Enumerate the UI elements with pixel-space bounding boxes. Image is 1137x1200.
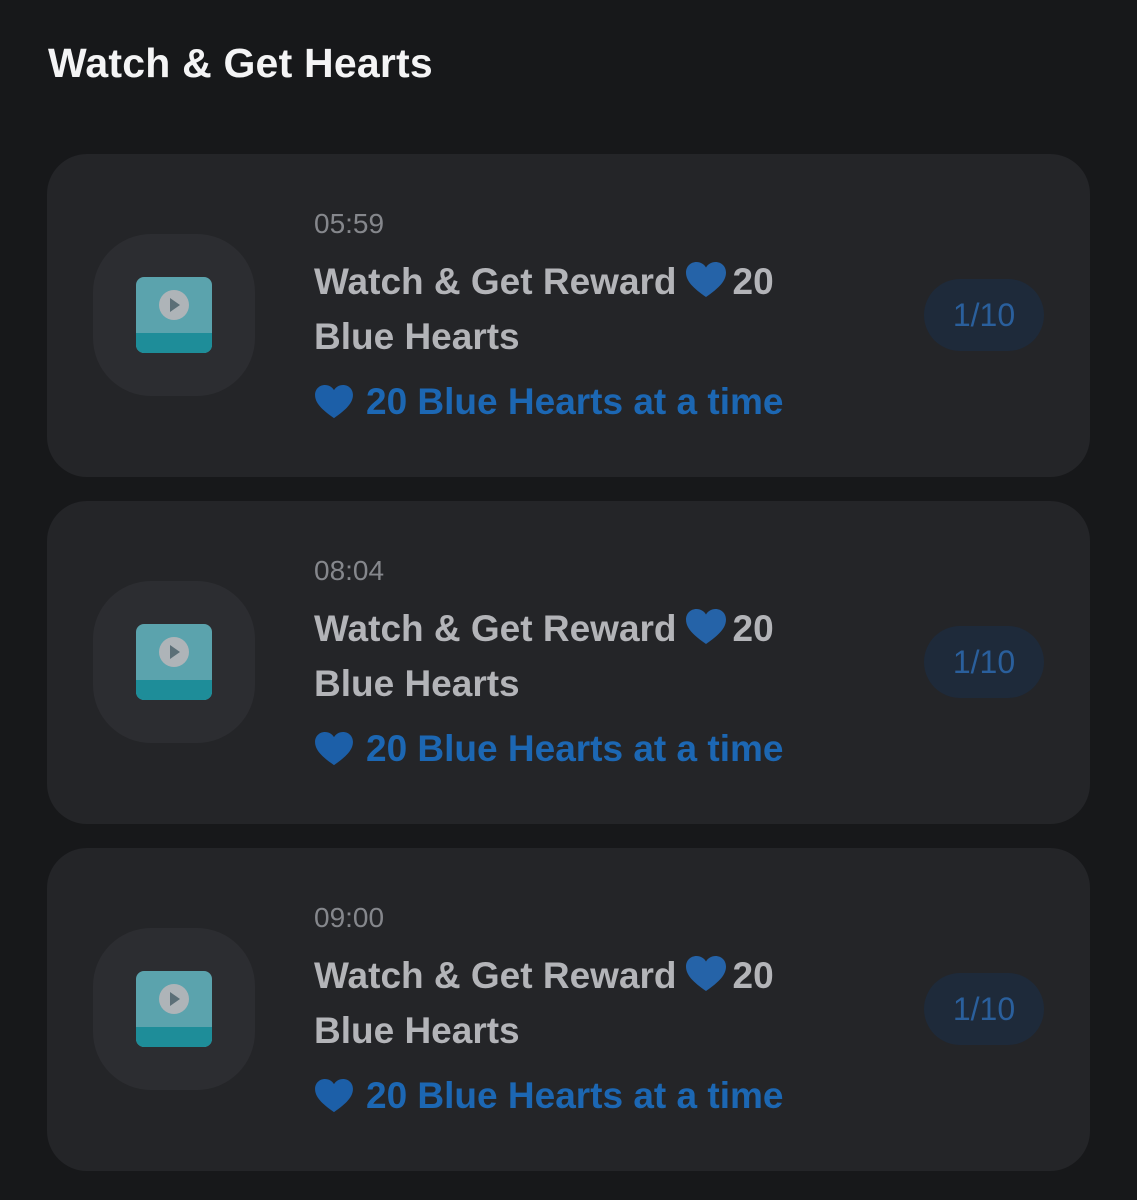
task-title: Watch & Get Reward 20 Blue Hearts (314, 948, 834, 1058)
progress-badge[interactable]: 1/10 (924, 626, 1044, 698)
video-play-icon (136, 277, 212, 353)
task-title: Watch & Get Reward 20 Blue Hearts (314, 254, 834, 364)
video-icon-container (93, 928, 255, 1090)
reward-text: 20 Blue Hearts at a time (366, 1075, 784, 1116)
video-icon-container (93, 581, 255, 743)
reward-text: 20 Blue Hearts at a time (366, 728, 784, 769)
task-title: Watch & Get Reward 20 Blue Hearts (314, 601, 834, 711)
task-card[interactable]: 09:00 Watch & Get Reward 20 Blue Hearts 2… (47, 848, 1090, 1171)
reward-row: 20 Blue Hearts at a time (314, 728, 783, 770)
blue-heart-icon (315, 731, 353, 766)
task-card[interactable]: 08:04 Watch & Get Reward 20 Blue Hearts 2… (47, 501, 1090, 824)
progress-badge[interactable]: 1/10 (924, 279, 1044, 351)
page-title: Watch & Get Hearts (48, 40, 433, 86)
blue-heart-icon (315, 384, 353, 419)
task-time: 08:04 (314, 555, 385, 586)
video-icon-container (93, 234, 255, 396)
task-title-text: Watch & Get Reward (314, 955, 677, 996)
task-title-text: Watch & Get Reward (314, 261, 677, 302)
blue-heart-icon (685, 262, 726, 297)
blue-heart-icon (685, 956, 726, 991)
video-play-icon (136, 624, 212, 700)
task-card[interactable]: 05:59 Watch & Get Reward 20 Blue Hearts 2… (47, 154, 1090, 477)
watch-get-hearts-page: Watch & Get Hearts 05:59 Watch & Get Rew… (0, 0, 1137, 1200)
task-time: 05:59 (314, 208, 385, 239)
reward-row: 20 Blue Hearts at a time (314, 1075, 783, 1117)
reward-text: 20 Blue Hearts at a time (366, 381, 784, 422)
blue-heart-icon (315, 1078, 353, 1113)
blue-heart-icon (685, 609, 726, 644)
video-play-icon (136, 971, 212, 1047)
progress-badge[interactable]: 1/10 (924, 973, 1044, 1045)
task-time: 09:00 (314, 902, 385, 933)
task-list: 05:59 Watch & Get Reward 20 Blue Hearts 2… (47, 154, 1090, 1195)
reward-row: 20 Blue Hearts at a time (314, 381, 783, 423)
task-title-text: Watch & Get Reward (314, 608, 677, 649)
